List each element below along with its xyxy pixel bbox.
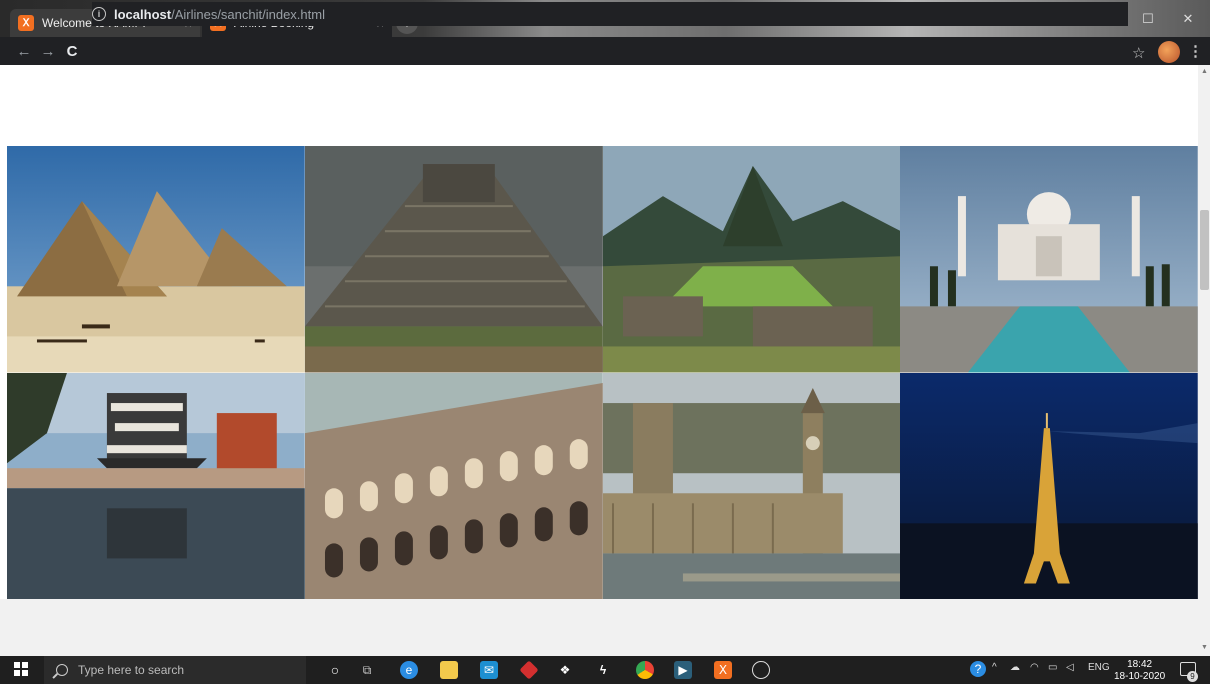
scroll-down-icon[interactable]: ▼ — [1201, 644, 1208, 651]
wifi-icon[interactable]: ◠ — [1030, 662, 1039, 673]
xampp-taskbar-icon[interactable]: ꓫ — [714, 661, 732, 679]
language-indicator[interactable]: ENG — [1088, 662, 1110, 673]
search-placeholder: Type here to search — [78, 663, 185, 677]
clock[interactable]: 18:42 18-10-2020 — [1114, 659, 1165, 683]
clock-date: 18-10-2020 — [1114, 671, 1166, 682]
tray-chevron-icon[interactable]: ^ — [992, 662, 997, 673]
page-footer-band — [0, 599, 1198, 656]
taskbar-search[interactable]: Type here to search — [44, 656, 306, 684]
start-windows-icon[interactable] — [14, 662, 28, 676]
task-view-icon[interactable]: ⧉ — [358, 661, 376, 679]
machu-picchu-photo — [602, 146, 901, 373]
back-button[interactable]: ← — [12, 39, 36, 63]
volume-icon[interactable]: ◁ — [1066, 662, 1074, 673]
bookmark-star-icon[interactable]: ☆ — [1132, 44, 1145, 62]
close-window-button[interactable]: ✕ — [1168, 8, 1208, 30]
westminster-photo — [602, 372, 901, 599]
address-bar[interactable]: i localhost/Airlines/sanchit/index.html — [92, 2, 1128, 26]
page-scrollbar[interactable] — [1198, 65, 1210, 656]
app-gauge-icon[interactable] — [752, 661, 770, 679]
colosseum-photo — [304, 372, 603, 599]
scrollbar-thumb[interactable] — [1200, 210, 1209, 290]
forward-button[interactable]: → — [36, 39, 60, 63]
pyramids-giza-photo — [7, 146, 305, 373]
browser-menu-icon[interactable]: ⋮ — [1188, 42, 1203, 60]
scroll-up-icon[interactable]: ▲ — [1201, 68, 1208, 75]
mail-icon[interactable]: ✉ — [480, 661, 498, 679]
chrome-icon[interactable] — [636, 661, 654, 679]
clock-time: 18:42 — [1127, 659, 1153, 670]
help-tray-icon[interactable]: ? — [970, 661, 986, 677]
url-path: /Airlines/sanchit/index.html — [171, 6, 325, 22]
cortana-icon[interactable]: ○ — [326, 661, 344, 679]
eiffel-tower-photo — [900, 372, 1198, 599]
browser-toolbar: ← → C — [0, 37, 1210, 65]
taj-mahal-photo — [900, 146, 1198, 373]
cloud-tray-icon[interactable]: ☁ — [1010, 662, 1020, 673]
reload-button[interactable]: C — [60, 39, 84, 63]
wonders-gallery — [7, 146, 1198, 599]
chichen-itza-photo — [304, 146, 603, 373]
dropbox-icon[interactable]: ❖ — [556, 661, 574, 679]
site-info-icon[interactable]: i — [92, 7, 106, 21]
battery-icon[interactable]: ▭ — [1048, 662, 1057, 673]
matsumoto-castle-photo — [7, 372, 305, 599]
xampp-icon: ꓫ — [18, 15, 34, 31]
url-host: localhost — [114, 6, 172, 22]
notification-count-badge: 9 — [1187, 671, 1198, 682]
search-icon — [56, 664, 68, 676]
page-viewport — [0, 65, 1198, 656]
file-explorer-icon[interactable] — [440, 661, 458, 679]
profile-avatar[interactable] — [1158, 41, 1180, 63]
app-lightning-icon[interactable]: ϟ — [594, 661, 612, 679]
maximize-button[interactable]: ☐ — [1128, 8, 1168, 30]
app-terminal-icon[interactable]: ▶ — [674, 661, 692, 679]
edge-icon[interactable]: e — [400, 661, 418, 679]
